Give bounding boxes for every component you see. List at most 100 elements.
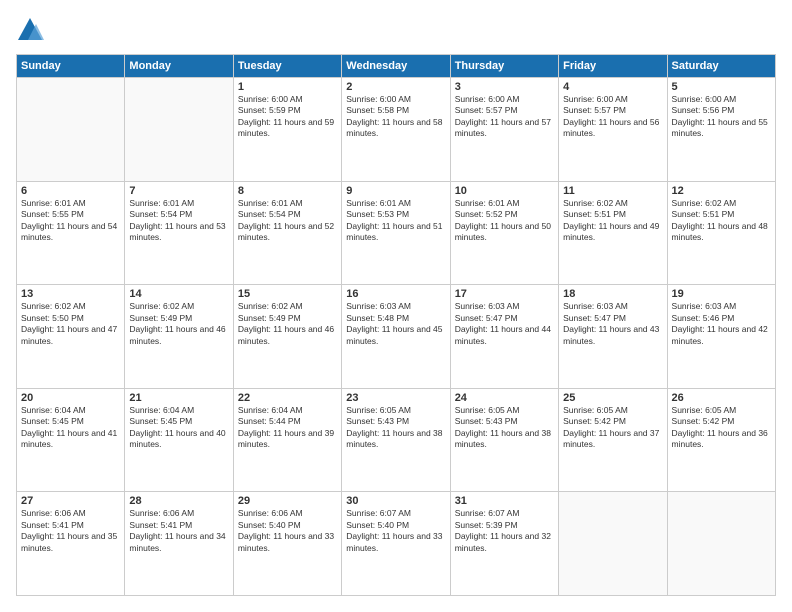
day-number: 24 xyxy=(455,392,554,404)
day-number: 2 xyxy=(346,81,445,93)
day-number: 17 xyxy=(455,288,554,300)
day-number: 31 xyxy=(455,495,554,507)
day-number: 11 xyxy=(563,185,662,197)
day-info: Sunrise: 6:02 AM Sunset: 5:49 PM Dayligh… xyxy=(129,301,228,347)
calendar-cell: 28Sunrise: 6:06 AM Sunset: 5:41 PM Dayli… xyxy=(125,492,233,596)
day-info: Sunrise: 6:05 AM Sunset: 5:42 PM Dayligh… xyxy=(563,405,662,451)
day-info: Sunrise: 6:03 AM Sunset: 5:48 PM Dayligh… xyxy=(346,301,445,347)
day-info: Sunrise: 6:01 AM Sunset: 5:54 PM Dayligh… xyxy=(129,198,228,244)
calendar-cell: 1Sunrise: 6:00 AM Sunset: 5:59 PM Daylig… xyxy=(233,78,341,182)
day-info: Sunrise: 6:06 AM Sunset: 5:41 PM Dayligh… xyxy=(129,508,228,554)
calendar-cell: 25Sunrise: 6:05 AM Sunset: 5:42 PM Dayli… xyxy=(559,388,667,492)
day-header-monday: Monday xyxy=(125,55,233,78)
calendar-cell: 8Sunrise: 6:01 AM Sunset: 5:54 PM Daylig… xyxy=(233,181,341,285)
calendar-cell xyxy=(667,492,775,596)
day-number: 18 xyxy=(563,288,662,300)
day-info: Sunrise: 6:00 AM Sunset: 5:57 PM Dayligh… xyxy=(455,94,554,140)
calendar-cell: 3Sunrise: 6:00 AM Sunset: 5:57 PM Daylig… xyxy=(450,78,558,182)
calendar-cell: 7Sunrise: 6:01 AM Sunset: 5:54 PM Daylig… xyxy=(125,181,233,285)
calendar-cell xyxy=(559,492,667,596)
day-info: Sunrise: 6:07 AM Sunset: 5:40 PM Dayligh… xyxy=(346,508,445,554)
day-info: Sunrise: 6:01 AM Sunset: 5:54 PM Dayligh… xyxy=(238,198,337,244)
day-number: 4 xyxy=(563,81,662,93)
day-info: Sunrise: 6:02 AM Sunset: 5:49 PM Dayligh… xyxy=(238,301,337,347)
day-info: Sunrise: 6:01 AM Sunset: 5:53 PM Dayligh… xyxy=(346,198,445,244)
day-number: 7 xyxy=(129,185,228,197)
calendar-cell: 19Sunrise: 6:03 AM Sunset: 5:46 PM Dayli… xyxy=(667,285,775,389)
day-number: 28 xyxy=(129,495,228,507)
day-number: 26 xyxy=(672,392,771,404)
day-number: 14 xyxy=(129,288,228,300)
day-info: Sunrise: 6:02 AM Sunset: 5:50 PM Dayligh… xyxy=(21,301,120,347)
calendar-cell: 29Sunrise: 6:06 AM Sunset: 5:40 PM Dayli… xyxy=(233,492,341,596)
calendar-cell: 17Sunrise: 6:03 AM Sunset: 5:47 PM Dayli… xyxy=(450,285,558,389)
day-info: Sunrise: 6:00 AM Sunset: 5:58 PM Dayligh… xyxy=(346,94,445,140)
day-number: 3 xyxy=(455,81,554,93)
day-number: 25 xyxy=(563,392,662,404)
day-info: Sunrise: 6:03 AM Sunset: 5:47 PM Dayligh… xyxy=(455,301,554,347)
calendar-cell: 12Sunrise: 6:02 AM Sunset: 5:51 PM Dayli… xyxy=(667,181,775,285)
day-info: Sunrise: 6:00 AM Sunset: 5:59 PM Dayligh… xyxy=(238,94,337,140)
day-number: 20 xyxy=(21,392,120,404)
calendar-cell: 21Sunrise: 6:04 AM Sunset: 5:45 PM Dayli… xyxy=(125,388,233,492)
calendar-cell: 16Sunrise: 6:03 AM Sunset: 5:48 PM Dayli… xyxy=(342,285,450,389)
calendar-week-1: 6Sunrise: 6:01 AM Sunset: 5:55 PM Daylig… xyxy=(17,181,776,285)
day-number: 22 xyxy=(238,392,337,404)
calendar-cell xyxy=(17,78,125,182)
calendar-cell: 22Sunrise: 6:04 AM Sunset: 5:44 PM Dayli… xyxy=(233,388,341,492)
calendar-table: SundayMondayTuesdayWednesdayThursdayFrid… xyxy=(16,54,776,596)
day-info: Sunrise: 6:05 AM Sunset: 5:43 PM Dayligh… xyxy=(455,405,554,451)
day-number: 8 xyxy=(238,185,337,197)
day-header-wednesday: Wednesday xyxy=(342,55,450,78)
calendar-week-3: 20Sunrise: 6:04 AM Sunset: 5:45 PM Dayli… xyxy=(17,388,776,492)
logo xyxy=(16,16,48,44)
day-header-sunday: Sunday xyxy=(17,55,125,78)
calendar-cell: 6Sunrise: 6:01 AM Sunset: 5:55 PM Daylig… xyxy=(17,181,125,285)
calendar-cell: 10Sunrise: 6:01 AM Sunset: 5:52 PM Dayli… xyxy=(450,181,558,285)
day-number: 10 xyxy=(455,185,554,197)
calendar-cell: 15Sunrise: 6:02 AM Sunset: 5:49 PM Dayli… xyxy=(233,285,341,389)
day-number: 23 xyxy=(346,392,445,404)
calendar-cell: 27Sunrise: 6:06 AM Sunset: 5:41 PM Dayli… xyxy=(17,492,125,596)
day-header-friday: Friday xyxy=(559,55,667,78)
calendar-cell: 13Sunrise: 6:02 AM Sunset: 5:50 PM Dayli… xyxy=(17,285,125,389)
day-info: Sunrise: 6:04 AM Sunset: 5:45 PM Dayligh… xyxy=(21,405,120,451)
day-info: Sunrise: 6:06 AM Sunset: 5:40 PM Dayligh… xyxy=(238,508,337,554)
calendar-week-4: 27Sunrise: 6:06 AM Sunset: 5:41 PM Dayli… xyxy=(17,492,776,596)
calendar-week-2: 13Sunrise: 6:02 AM Sunset: 5:50 PM Dayli… xyxy=(17,285,776,389)
calendar-cell: 20Sunrise: 6:04 AM Sunset: 5:45 PM Dayli… xyxy=(17,388,125,492)
day-number: 21 xyxy=(129,392,228,404)
day-info: Sunrise: 6:05 AM Sunset: 5:42 PM Dayligh… xyxy=(672,405,771,451)
day-number: 19 xyxy=(672,288,771,300)
day-number: 27 xyxy=(21,495,120,507)
calendar-cell: 11Sunrise: 6:02 AM Sunset: 5:51 PM Dayli… xyxy=(559,181,667,285)
day-info: Sunrise: 6:07 AM Sunset: 5:39 PM Dayligh… xyxy=(455,508,554,554)
calendar-cell xyxy=(125,78,233,182)
calendar-cell: 2Sunrise: 6:00 AM Sunset: 5:58 PM Daylig… xyxy=(342,78,450,182)
day-info: Sunrise: 6:06 AM Sunset: 5:41 PM Dayligh… xyxy=(21,508,120,554)
day-number: 1 xyxy=(238,81,337,93)
calendar-cell: 9Sunrise: 6:01 AM Sunset: 5:53 PM Daylig… xyxy=(342,181,450,285)
day-header-thursday: Thursday xyxy=(450,55,558,78)
day-info: Sunrise: 6:05 AM Sunset: 5:43 PM Dayligh… xyxy=(346,405,445,451)
calendar-cell: 30Sunrise: 6:07 AM Sunset: 5:40 PM Dayli… xyxy=(342,492,450,596)
day-header-tuesday: Tuesday xyxy=(233,55,341,78)
calendar-week-0: 1Sunrise: 6:00 AM Sunset: 5:59 PM Daylig… xyxy=(17,78,776,182)
day-info: Sunrise: 6:04 AM Sunset: 5:45 PM Dayligh… xyxy=(129,405,228,451)
day-number: 16 xyxy=(346,288,445,300)
calendar-cell: 23Sunrise: 6:05 AM Sunset: 5:43 PM Dayli… xyxy=(342,388,450,492)
day-number: 13 xyxy=(21,288,120,300)
day-number: 12 xyxy=(672,185,771,197)
day-number: 29 xyxy=(238,495,337,507)
calendar-cell: 26Sunrise: 6:05 AM Sunset: 5:42 PM Dayli… xyxy=(667,388,775,492)
day-number: 5 xyxy=(672,81,771,93)
day-number: 9 xyxy=(346,185,445,197)
day-info: Sunrise: 6:02 AM Sunset: 5:51 PM Dayligh… xyxy=(563,198,662,244)
day-number: 15 xyxy=(238,288,337,300)
day-info: Sunrise: 6:02 AM Sunset: 5:51 PM Dayligh… xyxy=(672,198,771,244)
day-info: Sunrise: 6:04 AM Sunset: 5:44 PM Dayligh… xyxy=(238,405,337,451)
calendar-cell: 24Sunrise: 6:05 AM Sunset: 5:43 PM Dayli… xyxy=(450,388,558,492)
header xyxy=(16,16,776,44)
day-header-saturday: Saturday xyxy=(667,55,775,78)
calendar-cell: 31Sunrise: 6:07 AM Sunset: 5:39 PM Dayli… xyxy=(450,492,558,596)
